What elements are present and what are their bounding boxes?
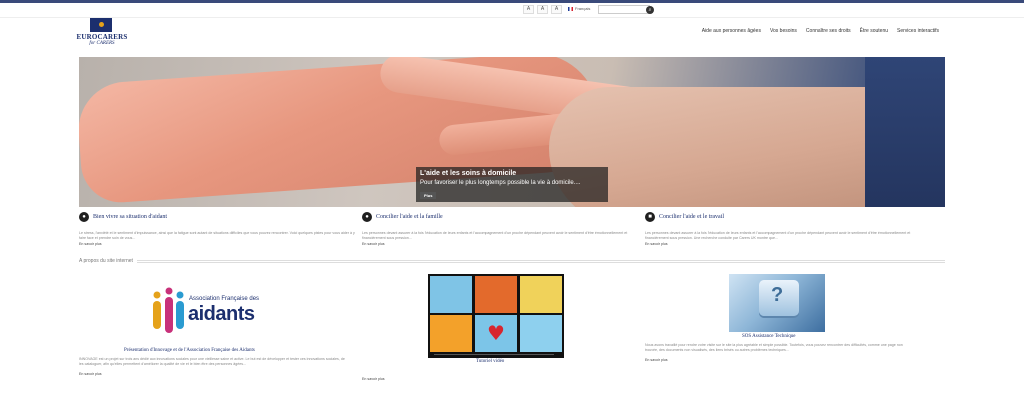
nav-item-droits[interactable]: Connaître ses droits [806,28,851,34]
feature-column: ● Bien vivre sa situation d'aidant Le st… [79,211,359,246]
item-title[interactable]: SOS Assistance Technique [742,334,795,339]
section-title: A propos du site internet [79,258,133,264]
utility-bar: A A A Français ⌕ [0,5,1024,15]
nav-item-services[interactable]: Services interactifs [897,28,939,34]
main-nav: Aide aux personnes âgées Vos besoins Con… [702,28,939,34]
hero-caption-text: Pour favoriser le plus longtemps possibl… [420,180,581,186]
hero-more-button[interactable]: Plus [420,192,437,199]
association-logo[interactable]: Association Française des aidants [150,285,280,337]
video-controls[interactable] [428,352,564,358]
feature-text: Les personnes devant assurer à la fois l… [362,231,628,240]
feature-column: ■ Concilier l'aide et le travail Les per… [645,211,925,246]
video-thumbnail-tile [430,276,472,313]
video-player[interactable]: ♥ [428,274,564,358]
language-selector[interactable]: Français [568,6,590,11]
help-image[interactable]: ? [729,274,825,332]
section-header: A propos du site internet [79,258,945,264]
logo-subtitle: for CARERS [89,41,115,46]
feature-title[interactable]: Concilier l'aide et la famille [376,214,443,220]
hero-caption: L'aide et les soins à domicile Pour favo… [416,167,608,202]
language-label: Français [575,6,591,11]
item-text: INNOVAGE est un projet sur trois ans déd… [79,357,345,366]
hero-caption-title: L'aide et les soins à domicile [420,170,517,177]
video-thumbnail-tile [520,276,562,313]
people-group-icon [153,287,184,333]
read-more-link[interactable]: En savoir plus [79,242,359,246]
person-icon: ● [79,212,89,222]
item-text: Nous avons travaillé pour rendre votre v… [645,343,903,352]
hero-image-sleeve [865,57,945,207]
item-title[interactable]: Présentation d'Innovage et de l'Associat… [124,348,255,353]
section-divider [136,259,945,263]
logo-title: EUROCARERS [76,33,128,41]
read-more-link[interactable]: En savoir plus [362,242,642,246]
top-accent-bar [0,0,1024,3]
briefcase-icon: ■ [645,212,655,222]
person-icon: ● [362,212,372,222]
read-more-link[interactable]: En savoir plus [645,242,925,246]
feature-text: Les personnes devant assurer à la fois l… [645,231,911,240]
site-logo[interactable]: EUROCARERS for CARERS [76,18,128,48]
french-flag-icon [568,6,573,11]
header-divider [0,17,1024,18]
question-mark-icon: ? [771,284,784,306]
keyboard-key-icon: ? [759,280,799,316]
nav-item-soutenu[interactable]: Être soutenu [860,28,888,34]
item-title[interactable]: Tutoriel vidéo [476,359,504,364]
video-thumbnail-tile: ♥ [475,315,517,352]
feature-text: Le stress, l'anxiété et le sentiment d'i… [79,231,355,240]
search-icon[interactable]: ⌕ [646,6,654,14]
association-logo-line2: aidants [188,303,255,325]
video-thumbnail-tile [520,315,562,352]
nav-item-besoins[interactable]: Vos besoins [770,28,797,34]
heart-icon: ♥ [487,321,505,345]
video-progress-bar[interactable] [434,354,554,355]
read-more-link[interactable]: En savoir plus [79,372,102,376]
font-size-small-button[interactable]: A [523,5,534,14]
logo-emblem-icon [90,18,112,32]
read-more-link[interactable]: En savoir plus [362,377,385,381]
font-size-large-button[interactable]: A [551,5,562,14]
feature-title[interactable]: Bien vivre sa situation d'aidant [93,214,167,220]
font-size-medium-button[interactable]: A [537,5,548,14]
feature-column: ● Concilier l'aide et la famille Les per… [362,211,642,246]
read-more-link[interactable]: En savoir plus [645,358,668,362]
video-thumbnail-tile [475,276,517,313]
nav-item-aide[interactable]: Aide aux personnes âgées [702,28,761,34]
video-thumbnail-tile [430,315,472,352]
association-logo-line1: Association Française des [189,296,260,302]
feature-title[interactable]: Concilier l'aide et le travail [659,214,724,220]
search-input[interactable] [598,5,650,14]
